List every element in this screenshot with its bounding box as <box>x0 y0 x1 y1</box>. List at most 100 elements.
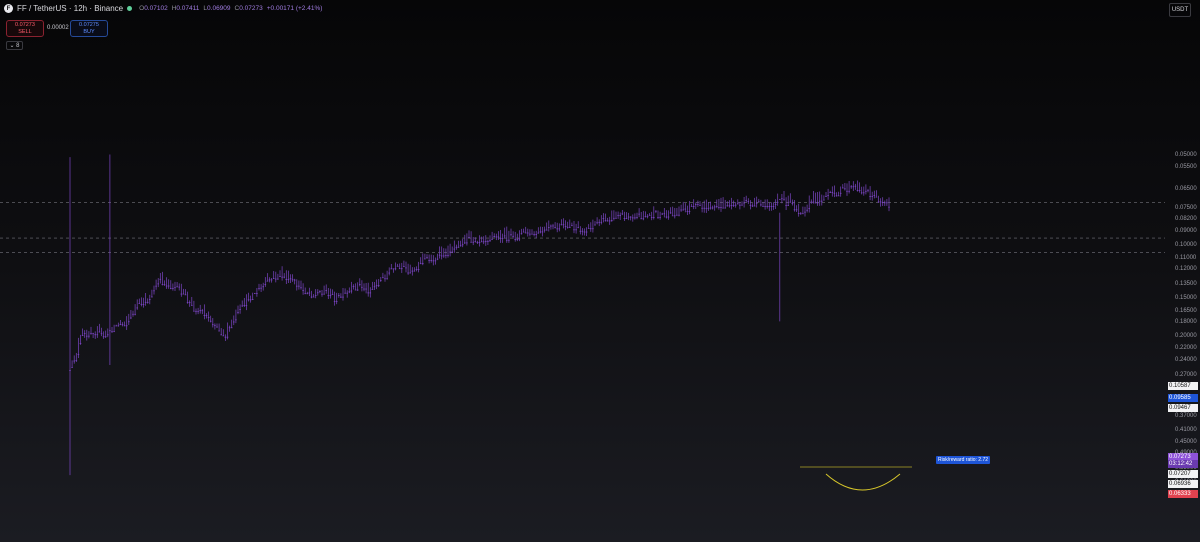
candle-body <box>266 280 269 282</box>
candle-body <box>888 206 890 208</box>
candle-body <box>239 309 241 310</box>
candle-body <box>176 286 178 288</box>
candle-body <box>543 229 546 231</box>
candle-body <box>275 278 277 280</box>
candle-body <box>577 227 579 229</box>
candle-body <box>329 295 332 297</box>
candle-body <box>356 289 359 291</box>
candle-body <box>283 276 285 278</box>
symbol-title[interactable]: FF / TetherUS · 12h · Binance <box>17 4 123 13</box>
candle-body <box>623 218 626 219</box>
candle-body <box>728 205 731 207</box>
candle-body <box>636 217 638 218</box>
candle-body <box>745 199 747 201</box>
candle-body <box>140 304 143 305</box>
candle-body <box>848 190 850 192</box>
candle-body <box>466 242 468 244</box>
candle-body <box>390 268 393 270</box>
candle-body <box>365 288 367 290</box>
candle-body <box>497 236 500 238</box>
candle-body <box>342 296 344 298</box>
candle-body <box>674 215 676 217</box>
price-chart[interactable] <box>0 0 1165 542</box>
candle-body <box>564 226 567 227</box>
axis-tick-label: 0.45000 <box>1175 438 1197 445</box>
candle-body <box>573 229 575 231</box>
candle-body <box>508 239 510 241</box>
candle-body <box>401 268 403 270</box>
candle-body <box>392 268 395 270</box>
candle-body <box>741 204 743 206</box>
candle-body <box>856 190 859 191</box>
candle-body <box>655 210 657 212</box>
candle-body <box>243 305 246 307</box>
candle-body <box>541 231 544 233</box>
candle-body <box>877 201 880 203</box>
candle-body <box>608 220 611 222</box>
candle-body <box>800 213 802 215</box>
candle-body <box>151 296 153 298</box>
candle-body <box>499 237 502 239</box>
candle-body <box>621 213 624 215</box>
candle-body <box>762 206 764 207</box>
candle-body <box>136 307 138 309</box>
buy-label: BUY <box>83 29 95 35</box>
candle-body <box>695 204 697 205</box>
candle-body <box>518 238 521 240</box>
candle-body <box>73 360 75 362</box>
indicators-toggle-button[interactable]: ⌄ 8 <box>6 41 23 50</box>
candle-body <box>218 330 220 332</box>
candle-body <box>818 200 821 202</box>
candle-body <box>768 206 771 207</box>
axis-tick-label: 0.12000 <box>1175 266 1197 273</box>
candle-body <box>854 185 857 187</box>
candle-body <box>79 343 82 344</box>
candle-body <box>262 286 264 288</box>
candle-body <box>816 202 819 204</box>
rounded-bottom-curve <box>825 473 901 491</box>
candle-body <box>552 225 554 227</box>
currency-selector[interactable]: USDT <box>1169 3 1191 17</box>
chart-window: F FF / TetherUS · 12h · Binance O0.07102… <box>0 0 1200 542</box>
candle-body <box>228 327 231 329</box>
candle-body <box>319 291 321 292</box>
candle-body <box>249 299 252 301</box>
candle-body <box>726 205 729 207</box>
candle-body <box>375 285 378 287</box>
candle-body <box>258 288 260 289</box>
candle-body <box>312 296 315 298</box>
candle-body <box>730 204 733 206</box>
candle-body <box>514 239 516 241</box>
candle-body <box>235 319 237 321</box>
candle-body <box>178 286 180 288</box>
symbol-header: F FF / TetherUS · 12h · Binance O0.07102… <box>4 4 322 13</box>
axis-tick-label: 0.15000 <box>1175 295 1197 302</box>
candle-body <box>829 192 831 193</box>
candle-body <box>529 233 531 235</box>
candle-body <box>447 255 449 256</box>
candle-body <box>860 192 863 194</box>
candle-body <box>302 289 304 291</box>
candle-body <box>764 206 766 207</box>
candle-body <box>115 325 117 327</box>
sell-button[interactable]: 0.07273 SELL <box>6 20 44 37</box>
candle-body <box>237 312 239 313</box>
candle-body <box>886 202 888 204</box>
candle-body <box>611 220 613 222</box>
candle-body <box>753 205 756 207</box>
candle-body <box>785 204 787 206</box>
buy-button[interactable]: 0.07275 BUY <box>70 20 108 37</box>
candle-body <box>264 284 267 285</box>
candle-body <box>659 217 661 218</box>
candle-body <box>279 276 281 277</box>
candle-body <box>590 228 592 230</box>
candle-body <box>501 237 504 239</box>
candle-body <box>707 207 710 209</box>
candle-body <box>159 278 162 280</box>
candle-body <box>734 204 737 206</box>
price-axis-label: 0.07207 <box>1168 470 1198 478</box>
axis-tick-label: 0.06500 <box>1175 185 1197 192</box>
candle-body <box>737 203 739 205</box>
candle-body <box>459 245 462 247</box>
candle-body <box>359 284 361 286</box>
